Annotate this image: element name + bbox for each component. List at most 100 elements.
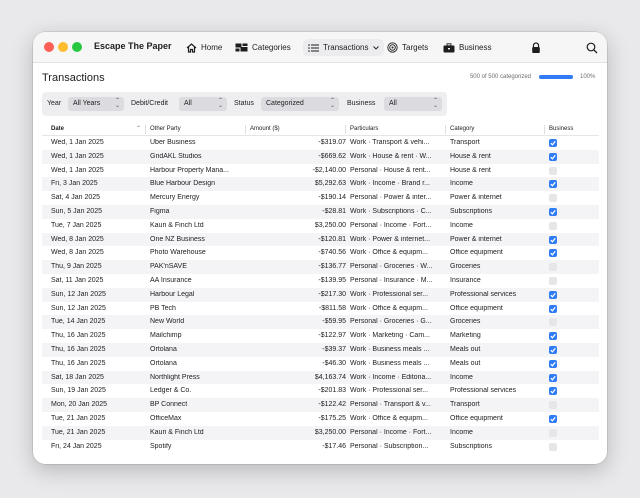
- business-checkbox[interactable]: [549, 304, 557, 313]
- business-checkbox[interactable]: [549, 387, 557, 396]
- table-row[interactable]: Wed, 8 Jan 2025 Photo Warehouse -$740.56 Wo…: [42, 246, 599, 260]
- column-header-category[interactable]: Category: [450, 126, 474, 132]
- updown-chevron-icon: ⌃ ⌄: [114, 98, 120, 109]
- business-checkbox[interactable]: [549, 442, 557, 451]
- table-row[interactable]: Sat, 11 Jan 2025 AA Insurance -$139.95 Pers…: [42, 274, 599, 288]
- filter-bar: Year All Years ⌃ ⌄ Debit/Credit All ⌃ ⌄ St…: [42, 92, 447, 116]
- table-row[interactable]: Fri, 3 Jan 2025 Blue Harbour Design $5,292…: [42, 177, 599, 192]
- cell-amount: $4,163.74: [314, 373, 346, 381]
- business-checkbox[interactable]: [549, 263, 557, 272]
- debit-credit-select[interactable]: All ⌃ ⌄: [179, 97, 227, 111]
- cell-amount: -$190.14: [318, 194, 346, 202]
- business-checkbox[interactable]: [549, 235, 557, 244]
- table-row[interactable]: Sun, 5 Jan 2025 Figma -$28.81 Work · Subscr…: [42, 204, 599, 219]
- table-row[interactable]: Thu, 16 Jan 2025 Mailchimp -$122.97 Work · …: [42, 329, 599, 343]
- table-row[interactable]: Thu, 16 Jan 2025 Ortolana -$39.37 Work · Bu…: [42, 342, 599, 357]
- cell-category: Professional services: [450, 290, 517, 298]
- cell-amount: -$740.56: [318, 249, 346, 257]
- nav-transactions[interactable]: Transactions: [303, 39, 384, 56]
- business-select[interactable]: All ⌃ ⌄: [384, 97, 442, 111]
- column-divider[interactable]: [544, 125, 545, 134]
- cell-category: Groceries: [450, 263, 481, 271]
- nav-business[interactable]: Business: [438, 39, 496, 56]
- cell-category: Groceries: [450, 318, 481, 326]
- status-select[interactable]: Categorized ⌃ ⌄: [261, 97, 339, 111]
- cell-category: Meals out: [450, 359, 481, 367]
- business-checkbox[interactable]: [549, 373, 557, 382]
- column-header-amount[interactable]: Amount ($): [250, 126, 280, 132]
- business-checkbox[interactable]: [549, 166, 557, 175]
- business-checkbox[interactable]: [549, 221, 557, 230]
- cell-category: Income: [450, 180, 473, 188]
- business-checkbox[interactable]: [549, 152, 557, 161]
- column-divider[interactable]: [245, 125, 246, 134]
- business-checkbox[interactable]: [549, 207, 557, 216]
- table-row[interactable]: Sat, 4 Jan 2025 Mercury Energy -$190.14 Per…: [42, 191, 599, 205]
- cell-amount: -$2,140.00: [312, 166, 346, 174]
- lock-icon[interactable]: [531, 41, 541, 59]
- nav-targets[interactable]: Targets: [382, 39, 433, 56]
- business-checkbox[interactable]: [549, 290, 557, 299]
- nav-categories[interactable]: Categories: [230, 39, 296, 56]
- checkmark-icon: [550, 140, 556, 146]
- business-checkbox[interactable]: [549, 249, 557, 258]
- table-row[interactable]: Wed, 1 Jan 2025 GridAKL Studios -$669.62 Wo…: [42, 149, 599, 164]
- updown-chevron-icon: ⌃ ⌄: [217, 98, 223, 109]
- business-checkbox[interactable]: [549, 139, 557, 147]
- business-checkbox[interactable]: [549, 180, 557, 189]
- column-divider[interactable]: [445, 125, 446, 134]
- column-header-business[interactable]: Business: [549, 126, 573, 132]
- year-select[interactable]: All Years ⌃ ⌄: [68, 97, 124, 111]
- table-row[interactable]: Tue, 7 Jan 2025 Kauri & Finch Ltd $3,250.0…: [42, 219, 599, 233]
- table-row[interactable]: Wed, 1 Jan 2025 Harbour Property Mana... -…: [42, 164, 599, 178]
- business-checkbox[interactable]: [549, 359, 557, 368]
- table-row[interactable]: Sun, 19 Jan 2025 Ledger & Co. -$201.83 Work…: [42, 384, 599, 398]
- table-row[interactable]: Thu, 9 Jan 2025 PAK'nSAVE -$136.77 Personal…: [42, 260, 599, 274]
- table-row[interactable]: Tue, 21 Jan 2025 Kauri & Finch Ltd $3,250.…: [42, 425, 599, 440]
- cell-other-party: Figma: [150, 207, 170, 215]
- table-row[interactable]: Sun, 12 Jan 2025 Harbour Legal -$217.30 Wor…: [42, 287, 599, 302]
- cell-other-party: One NZ Business: [150, 235, 205, 243]
- cell-particulars: Work · Office & equipm...: [350, 249, 428, 257]
- column-header-other-party[interactable]: Other Party: [150, 126, 181, 132]
- business-checkbox[interactable]: [549, 318, 557, 327]
- zoom-button[interactable]: [72, 42, 82, 52]
- business-checkbox[interactable]: [549, 428, 557, 437]
- table-body: Wed, 1 Jan 2025 Uber Business -$319.07 Work…: [42, 136, 599, 453]
- business-checkbox[interactable]: [549, 194, 557, 203]
- sort-ascending-icon[interactable]: ⌃: [136, 125, 141, 132]
- cell-category: House & rent: [450, 152, 491, 160]
- table-row[interactable]: Sun, 12 Jan 2025 PB Tech -$811.58 Work · Of…: [42, 302, 599, 316]
- cell-particulars: Work · Professional ser...: [350, 387, 429, 395]
- nav-home[interactable]: Home: [181, 39, 227, 56]
- business-checkbox[interactable]: [549, 345, 557, 354]
- table-row[interactable]: Mon, 20 Jan 2025 BP Connect -$122.42 Person…: [42, 398, 599, 412]
- table-row[interactable]: Thu, 16 Jan 2025 Ortolana -$46.30 Work · Bu…: [42, 357, 599, 371]
- cell-date: Fri, 24 Jan 2025: [51, 442, 102, 450]
- table-row[interactable]: Wed, 1 Jan 2025 Uber Business -$319.07 Work…: [42, 136, 599, 150]
- close-button[interactable]: [44, 42, 54, 52]
- business-checkbox[interactable]: [549, 332, 557, 341]
- minimize-button[interactable]: [58, 42, 68, 52]
- table-row[interactable]: Tue, 14 Jan 2025 New World -$59.95 Personal…: [42, 315, 599, 330]
- column-header-date[interactable]: Date: [51, 126, 64, 132]
- column-divider[interactable]: [345, 125, 346, 134]
- business-checkbox[interactable]: [549, 401, 557, 410]
- table-row[interactable]: Tue, 21 Jan 2025 OfficeMax -$175.25 Work · …: [42, 412, 599, 426]
- categorized-progress-bar: [539, 75, 573, 79]
- table-row[interactable]: Sat, 18 Jan 2025 Northlight Press $4,163.7…: [42, 370, 599, 385]
- business-select-value: All: [389, 100, 397, 107]
- column-header-particulars[interactable]: Particulars: [350, 126, 378, 132]
- cell-other-party: Ortolana: [150, 345, 177, 353]
- cell-category: Office equipment: [450, 304, 503, 312]
- cell-category: Professional services: [450, 387, 517, 395]
- business-checkbox[interactable]: [549, 276, 557, 285]
- table-row[interactable]: Fri, 24 Jan 2025 Spotify -$17.46 Personal ·…: [42, 440, 599, 454]
- business-checkbox[interactable]: [549, 414, 557, 423]
- updown-chevron-icon: ⌃ ⌄: [432, 98, 438, 109]
- debit-credit-label: Debit/Credit: [131, 100, 168, 107]
- column-divider[interactable]: [145, 125, 146, 134]
- cell-amount: $3,250.00: [314, 428, 346, 436]
- search-icon[interactable]: [586, 41, 598, 59]
- table-row[interactable]: Wed, 8 Jan 2025 One NZ Business -$120.81 Wo…: [42, 232, 599, 247]
